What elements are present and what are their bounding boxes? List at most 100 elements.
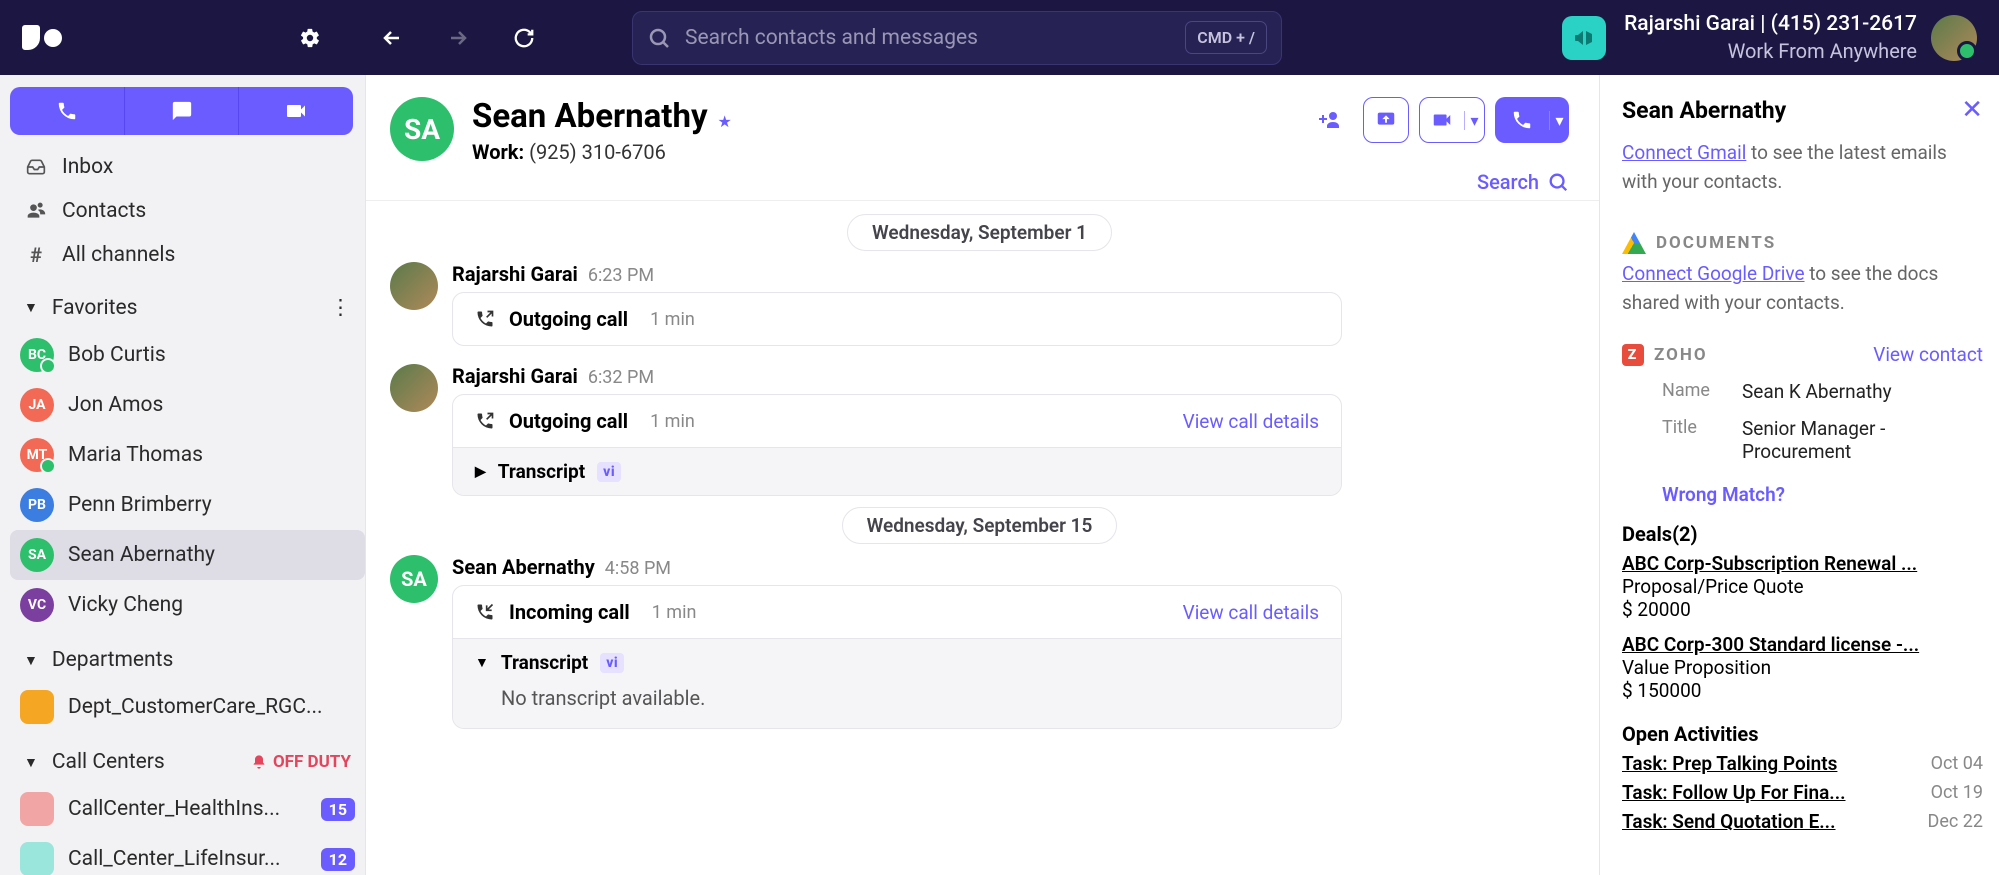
refresh-icon[interactable] <box>506 20 542 56</box>
transcript-toggle[interactable]: ▶Transcriptvi <box>453 448 1341 495</box>
settings-icon[interactable] <box>292 20 328 56</box>
gmail-prompt: Connect Gmail to see the latest emails w… <box>1622 139 1983 196</box>
video-call-button[interactable]: ▾ <box>1419 97 1485 143</box>
call-card[interactable]: Outgoing call1 min View call details ▶Tr… <box>452 394 1342 496</box>
nav-back-icon[interactable] <box>374 20 410 56</box>
favorite-label: Sean Abernathy <box>68 543 355 567</box>
favorite-label: Bob Curtis <box>68 343 355 367</box>
contact-name: Sean Abernathy <box>472 97 708 136</box>
documents-header: DOCUMENTS <box>1622 232 1983 254</box>
zoho-name: NameSean K Abernathy <box>1622 380 1983 403</box>
message: Rajarshi Garai6:32 PM Outgoing call1 min… <box>390 364 1569 496</box>
sidebar-favorite[interactable]: VC Vicky Cheng <box>10 580 365 630</box>
add-contact-button[interactable] <box>1307 97 1353 143</box>
connect-drive-link[interactable]: Connect Google Drive <box>1622 262 1805 285</box>
close-icon[interactable]: ✕ <box>1961 95 1983 125</box>
transcript-toggle[interactable]: ▼Transcriptvi <box>453 639 1341 686</box>
announce-button[interactable] <box>1562 16 1606 60</box>
sidebar-callcenter[interactable]: CallCenter_HealthIns... 15 <box>10 784 365 834</box>
contacts-icon <box>26 201 46 221</box>
call-button[interactable]: ▾ <box>1495 97 1569 143</box>
call-card[interactable]: Incoming call1 min View call details ▼Tr… <box>452 585 1342 729</box>
message: SA Sean Abernathy4:58 PM Incoming call1 … <box>390 555 1569 729</box>
sidebar-favorite[interactable]: SASean Abernathy <box>10 530 365 580</box>
sidebar-callcenter[interactable]: Call_Center_LifeInsur...12 <box>10 834 365 875</box>
outgoing-call-icon <box>475 411 495 431</box>
avatar: JA <box>20 388 54 422</box>
avatar: PB <box>20 488 54 522</box>
task-item[interactable]: Task: Follow Up For Fina...Oct 19 <box>1622 781 1983 804</box>
nav-forward-icon <box>440 20 476 56</box>
nav-channels[interactable]: #All channels <box>10 233 365 277</box>
panel-contact-name: Sean Abernathy <box>1622 97 1786 124</box>
sidebar-favorite[interactable]: JA Jon Amos <box>10 380 365 430</box>
nav-contacts[interactable]: Contacts <box>10 189 365 233</box>
count-badge: 15 <box>321 798 355 821</box>
open-activities-header: Open Activities <box>1622 722 1983 746</box>
sender-avatar: SA <box>390 555 438 603</box>
wrong-match-link[interactable]: Wrong Match? <box>1662 483 1983 506</box>
outgoing-call-icon <box>475 309 495 329</box>
vi-badge: vi <box>600 653 624 673</box>
sidebar-department[interactable]: Dept_CustomerCare_RGC... <box>10 682 365 732</box>
dept-icon <box>20 690 54 724</box>
user-avatar[interactable] <box>1931 15 1977 61</box>
favorites-header[interactable]: ▼Favorites⋮ <box>10 285 365 330</box>
message: Rajarshi Garai6:23 PM Outgoing call1 min <box>390 262 1569 346</box>
search-icon <box>1547 171 1569 193</box>
search-input[interactable] <box>685 26 1171 50</box>
inbox-icon <box>26 157 46 177</box>
day-separator: Wednesday, September 1 <box>390 221 1569 244</box>
kbd-hint: CMD + / <box>1185 21 1267 54</box>
user-name-phone: Rajarshi Garai | (415) 231-2617 <box>1624 10 1917 38</box>
app-logo[interactable] <box>22 22 62 54</box>
favorite-star-icon[interactable]: ★ <box>718 112 732 131</box>
video-button[interactable] <box>238 87 353 135</box>
deal-item[interactable]: ABC Corp-Subscription Renewal ...Proposa… <box>1622 552 1983 621</box>
user-header[interactable]: Rajarshi Garai | (415) 231-2617 Work Fro… <box>1624 10 1917 65</box>
favorite-label: Vicky Cheng <box>68 593 355 617</box>
sidebar-favorite[interactable]: PB Penn Brimberry <box>10 480 365 530</box>
dept-label: Dept_CustomerCare_RGC... <box>68 695 355 719</box>
cc-icon <box>20 792 54 826</box>
sidebar-favorite[interactable]: BC Bob Curtis <box>10 330 365 380</box>
transcript-body: No transcript available. <box>453 686 1341 728</box>
avatar: MT <box>20 438 54 472</box>
vi-badge: vi <box>597 462 621 482</box>
task-item[interactable]: Task: Prep Talking PointsOct 04 <box>1622 752 1983 775</box>
zoho-title: TitleSenior Manager - Procurement <box>1622 417 1983 463</box>
chevron-down-icon[interactable]: ▾ <box>1464 111 1484 130</box>
bell-off-icon <box>251 754 267 770</box>
view-contact-link[interactable]: View contact <box>1873 343 1983 366</box>
more-icon[interactable]: ⋮ <box>330 295 351 320</box>
offduty-badge[interactable]: OFF DUTY <box>251 752 351 772</box>
day-separator: Wednesday, September 15 <box>390 514 1569 537</box>
task-item[interactable]: Task: Send Quotation E...Dec 22 <box>1622 810 1983 833</box>
contact-phone: Work: (925) 310-6706 <box>472 140 732 164</box>
global-search[interactable]: CMD + / <box>632 11 1282 65</box>
callcenters-header[interactable]: ▼Call Centers OFF DUTY <box>10 740 365 784</box>
cc-label: CallCenter_HealthIns... <box>68 797 307 821</box>
favorite-label: Jon Amos <box>68 393 355 417</box>
avatar: BC <box>20 338 54 372</box>
call-card[interactable]: Outgoing call1 min <box>452 292 1342 346</box>
user-status: Work From Anywhere <box>1624 38 1917 65</box>
thread-search[interactable]: Search <box>366 170 1599 200</box>
nav-inbox[interactable]: Inbox <box>10 145 365 189</box>
view-call-details[interactable]: View call details <box>1183 410 1319 433</box>
drive-icon <box>1622 232 1646 254</box>
search-icon <box>647 26 671 50</box>
deal-item[interactable]: ABC Corp-300 Standard license -...Value … <box>1622 633 1983 702</box>
sidebar-favorite[interactable]: MT Maria Thomas <box>10 430 365 480</box>
departments-header[interactable]: ▼Departments <box>10 638 365 682</box>
favorite-label: Penn Brimberry <box>68 493 355 517</box>
view-call-details[interactable]: View call details <box>1183 601 1319 624</box>
dial-button[interactable] <box>10 87 124 135</box>
message-button[interactable] <box>124 87 239 135</box>
favorite-label: Maria Thomas <box>68 443 355 467</box>
zoho-icon: Z <box>1622 344 1644 366</box>
connect-gmail-link[interactable]: Connect Gmail <box>1622 141 1746 164</box>
chevron-down-icon[interactable]: ▾ <box>1549 111 1569 130</box>
screenshare-button[interactable] <box>1363 97 1409 143</box>
avatar: VC <box>20 588 54 622</box>
